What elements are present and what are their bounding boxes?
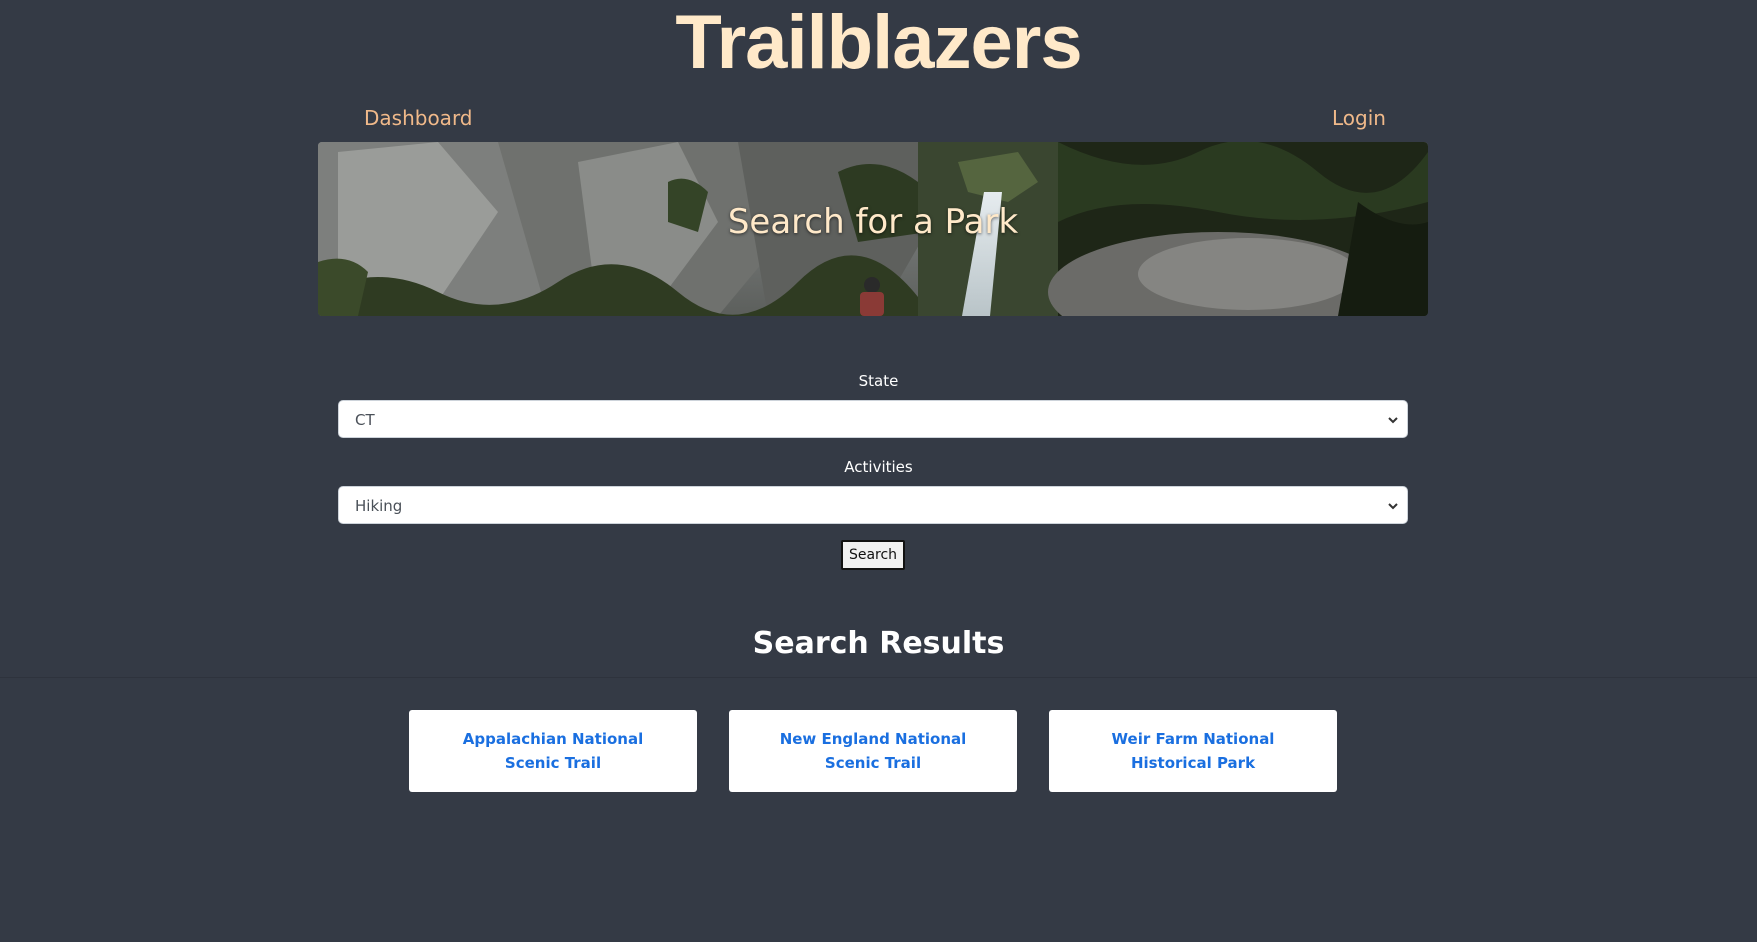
- activities-label: Activities: [844, 458, 913, 476]
- activities-select-value: Hiking: [355, 497, 403, 515]
- hero-title: Search for a Park: [727, 202, 1019, 242]
- results-divider: [0, 677, 1757, 678]
- result-card[interactable]: New England National Scenic Trail: [729, 710, 1017, 792]
- chevron-down-icon: [1388, 417, 1398, 424]
- site-title: Trailblazers: [675, 0, 1082, 85]
- state-select-value: CT: [355, 411, 375, 429]
- result-link[interactable]: New England National Scenic Trail: [753, 727, 993, 775]
- chevron-down-icon: [1388, 503, 1398, 510]
- nav-login-link[interactable]: Login: [1332, 106, 1386, 130]
- state-label: State: [858, 372, 899, 390]
- activities-select[interactable]: Hiking: [338, 486, 1408, 524]
- nav-dashboard-link[interactable]: Dashboard: [364, 106, 473, 130]
- result-link[interactable]: Weir Farm National Historical Park: [1073, 727, 1313, 775]
- hero-banner: Search for a Park: [318, 142, 1428, 316]
- result-card[interactable]: Appalachian National Scenic Trail: [409, 710, 697, 792]
- result-card[interactable]: Weir Farm National Historical Park: [1049, 710, 1337, 792]
- search-button[interactable]: Search: [841, 540, 905, 570]
- state-select[interactable]: CT: [338, 400, 1408, 438]
- results-heading: Search Results: [752, 626, 1005, 661]
- result-link[interactable]: Appalachian National Scenic Trail: [433, 727, 673, 775]
